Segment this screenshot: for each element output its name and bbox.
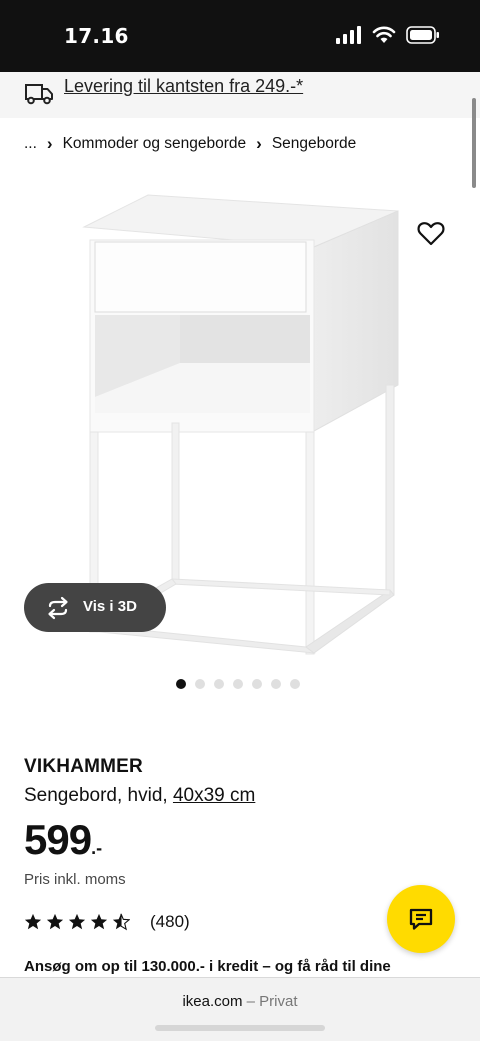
status-icons [336,26,440,44]
price-suffix: .- [91,838,103,858]
heart-icon[interactable] [416,218,446,248]
private-mode-label: – Privat [246,993,298,1010]
chat-icon [409,908,433,930]
rating[interactable]: (480) [24,912,190,932]
carousel-dot[interactable] [271,679,281,689]
breadcrumb-item-kommoder[interactable]: Kommoder og sengeborde [63,135,247,153]
status-bar: 17.16 [0,0,480,72]
price-amount: 599 [24,816,92,863]
delivery-banner[interactable]: Levering til kantsten fra 249.-* [0,72,480,118]
product-name: VIKHAMMER [24,756,143,777]
product-price: 599.- [24,816,102,864]
scrollbar-thumb[interactable] [472,98,476,188]
view-3d-label: Vis i 3D [83,598,137,615]
star-icon [24,913,42,930]
signal-icon [336,26,361,44]
credit-text: Ansøg om op til 130.000.- i kredit – og … [24,958,391,975]
chevron-right-icon: › [256,134,262,153]
address-bar[interactable]: ikea.com – Privat [0,993,480,1010]
view-3d-button[interactable]: Vis i 3D [24,583,166,632]
carousel-dot[interactable] [195,679,205,689]
status-time: 17.16 [64,24,129,48]
product-description-text: Sengebord, hvid, [24,785,168,806]
browser-bar: ikea.com – Privat [0,977,480,1041]
wifi-icon [372,26,396,43]
carousel-dot[interactable] [233,679,243,689]
home-indicator[interactable] [155,1025,325,1031]
star-icon [46,913,64,930]
chat-button[interactable] [387,885,455,953]
breadcrumb-ellipsis[interactable]: ... [24,135,37,153]
rotate-3d-icon [48,596,68,620]
breadcrumb: ... › Kommoder og sengeborde › Sengebord… [24,134,356,154]
delivery-link[interactable]: Levering til kantsten fra 249.-* [64,76,303,97]
carousel-dots[interactable] [176,679,300,689]
battery-icon [406,26,439,44]
carousel-dot[interactable] [214,679,224,689]
half-star-icon [112,913,130,931]
star-icon [68,913,86,930]
truck-icon [25,84,53,105]
price-note: Pris inkl. moms [24,871,126,888]
carousel-dot[interactable] [176,679,186,689]
carousel-dot[interactable] [290,679,300,689]
chevron-right-icon: › [46,134,53,153]
star-icon [90,913,108,930]
breadcrumb-item-sengeborde[interactable]: Sengeborde [272,135,356,153]
carousel-dot[interactable] [252,679,262,689]
rating-count: (480) [150,912,190,931]
product-size-link[interactable]: 40x39 cm [173,785,255,806]
product-description: Sengebord, hvid, 40x39 cm [24,785,255,807]
url-domain: ikea.com [182,993,243,1010]
